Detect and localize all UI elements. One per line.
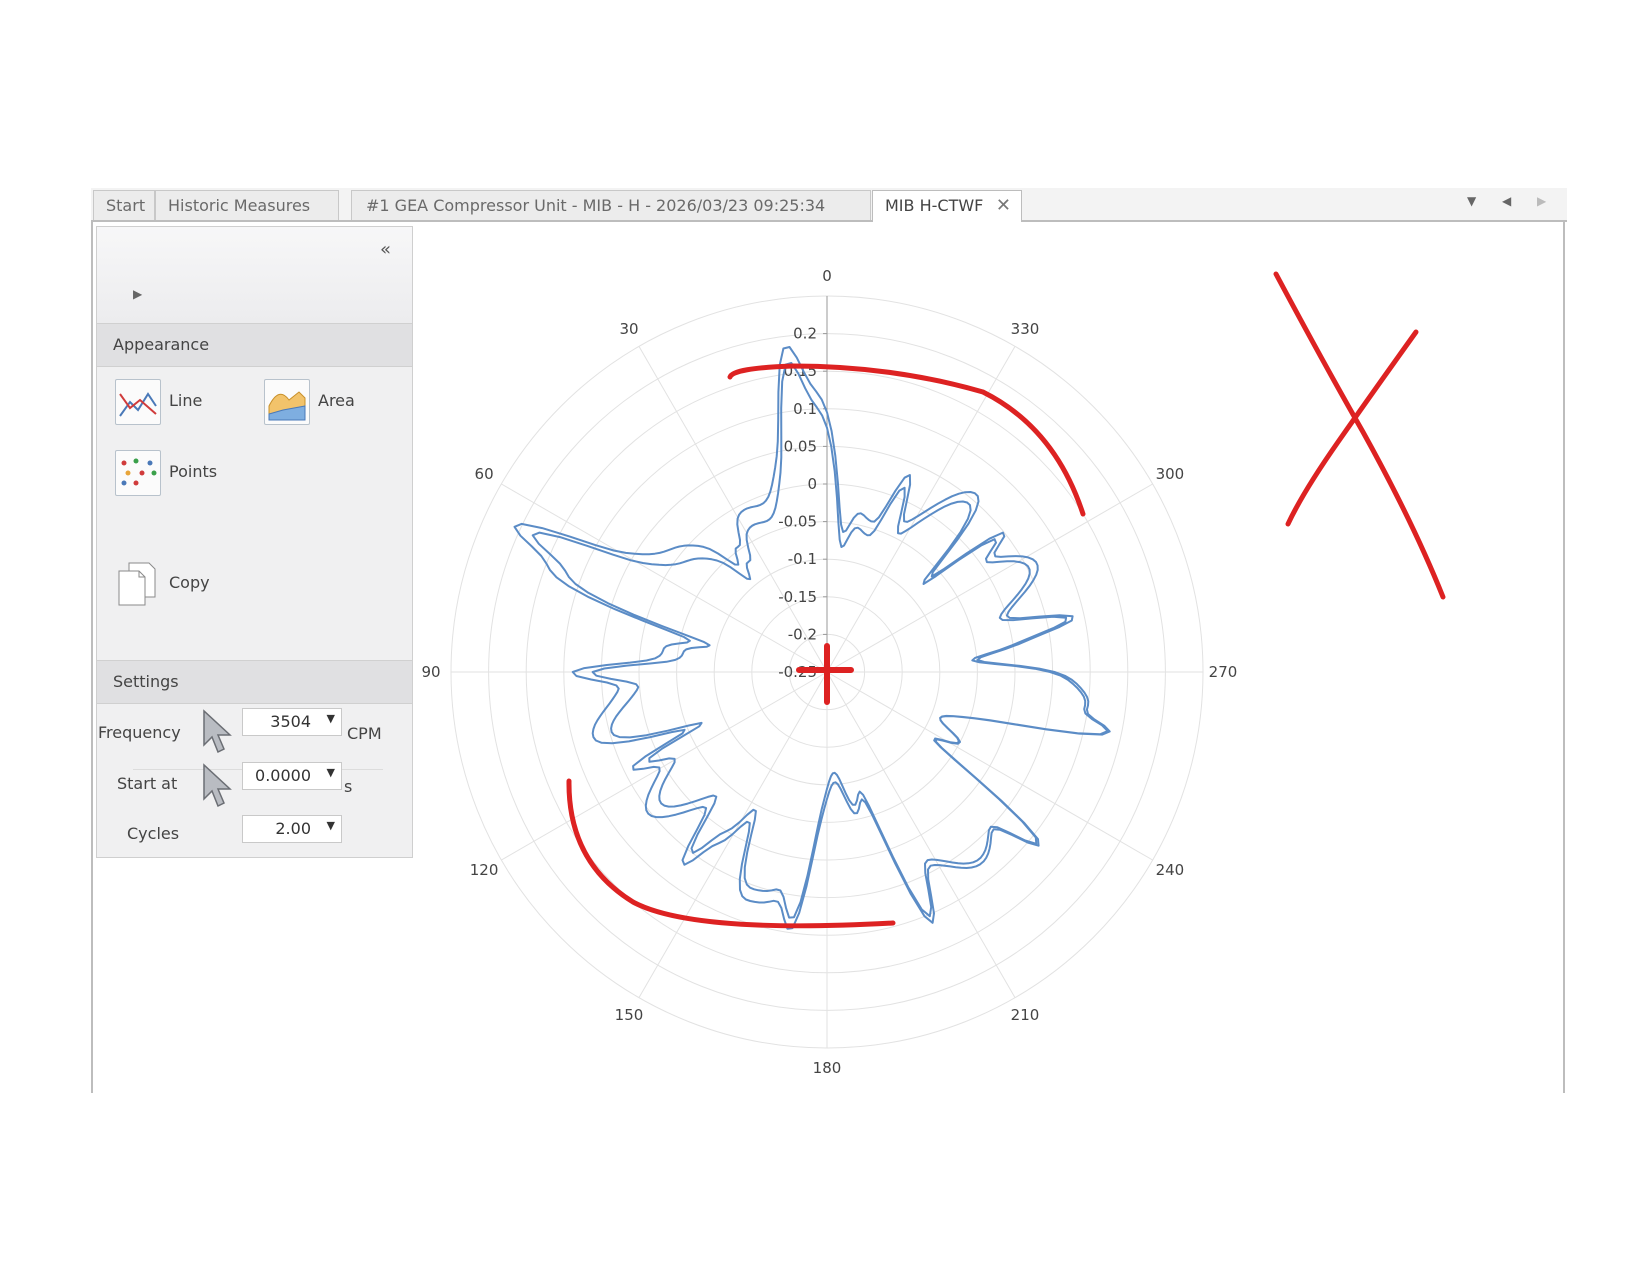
tab-start[interactable]: Start <box>93 190 155 220</box>
copy-icon <box>115 561 161 607</box>
points-label: Points <box>169 462 218 481</box>
radial-tick-label: -0.25 <box>778 663 817 681</box>
frequency-unit: CPM <box>347 724 382 743</box>
line-chart-icon <box>115 379 161 425</box>
start-at-unit: s <box>344 777 353 796</box>
copy-label: Copy <box>169 573 210 592</box>
angle-tick-label: 210 <box>1011 1006 1040 1024</box>
section-title: Appearance <box>113 335 210 354</box>
start-at-value: 0.0000 <box>255 766 311 785</box>
close-icon[interactable]: ✕ <box>996 191 1011 221</box>
area-chart-icon <box>264 379 310 425</box>
angle-tick-label: 30 <box>619 320 638 338</box>
radial-tick-label: -0.15 <box>778 588 817 606</box>
copy-button[interactable]: Copy <box>115 561 255 611</box>
line-label: Line <box>169 391 203 410</box>
collapse-panel-icon[interactable]: « <box>380 239 391 260</box>
tab-label: Historic Measures <box>168 196 311 215</box>
tab-historic-measures[interactable]: Historic Measures <box>155 190 339 220</box>
chart-window: Start Historic Measures #1 GEA Compresso… <box>91 188 1567 1093</box>
angle-tick-label: 270 <box>1209 663 1238 681</box>
angle-tick-label: 180 <box>813 1059 842 1077</box>
line-button[interactable]: Line <box>115 379 255 429</box>
angle-tick-label: 150 <box>615 1006 644 1024</box>
tab-label: MIB H-CTWF <box>885 196 984 215</box>
radial-tick-label: 0.2 <box>793 325 817 343</box>
panel-header: « ▶ <box>97 227 412 324</box>
tab-mib-h-ctwf[interactable]: MIB H-CTWF ✕ <box>872 190 1022 222</box>
area-button[interactable]: Area <box>264 379 404 429</box>
radial-tick-label: -0.2 <box>788 625 817 643</box>
points-button[interactable]: Points <box>115 450 255 500</box>
angle-tick-label: 330 <box>1011 320 1040 338</box>
angle-tick-label: 120 <box>470 861 499 879</box>
frequency-label: Frequency <box>98 723 181 742</box>
chevron-down-icon: ▼ <box>326 712 335 725</box>
polar-grid-spoke <box>638 346 828 673</box>
start-at-select[interactable]: 0.0000 ▼ <box>242 762 342 790</box>
scatter-points-icon <box>115 450 161 496</box>
radial-tick-label: 0.05 <box>784 437 817 455</box>
polar-grid-spoke <box>826 671 1153 861</box>
polar-grid-spoke <box>501 671 828 861</box>
section-title: Settings <box>113 672 179 691</box>
chevron-down-icon: ▼ <box>326 819 335 832</box>
cycles-select[interactable]: 2.00 ▼ <box>242 815 342 843</box>
radial-tick-label: 0 <box>807 475 817 493</box>
tab-label: #1 GEA Compressor Unit - MIB - H - 2026/… <box>366 196 826 215</box>
angle-tick-label: 300 <box>1156 465 1185 483</box>
cycles-value: 2.00 <box>275 819 311 838</box>
appearance-section-header[interactable]: Appearance <box>97 323 412 367</box>
options-panel: « ▶ Appearance Line Area Points Copy Set… <box>96 226 413 858</box>
area-label: Area <box>318 391 355 410</box>
angle-tick-label: 90 <box>421 663 440 681</box>
frequency-select[interactable]: 3504 ▼ <box>242 708 342 736</box>
pointer-cursor-icon <box>203 709 232 754</box>
settings-section-header[interactable]: Settings <box>97 660 412 704</box>
pointer-cursor-icon <box>203 763 232 808</box>
tab-compressor-measure[interactable]: #1 GEA Compressor Unit - MIB - H - 2026/… <box>351 190 871 220</box>
chart-content: 0 30 60 90 120 150 180 210 240 270 300 330 0.2 0.15 0.… <box>91 222 1565 1093</box>
start-at-label: Start at <box>117 774 178 793</box>
angle-tick-label: 60 <box>475 465 494 483</box>
angle-tick-label: 0 <box>822 267 832 285</box>
tab-list-dropdown-icon[interactable]: ▼ <box>1467 194 1476 208</box>
frequency-value: 3504 <box>270 712 311 731</box>
chevron-down-icon: ▼ <box>326 766 335 779</box>
radial-tick-label: -0.1 <box>788 550 817 568</box>
angle-tick-label: 240 <box>1156 861 1185 879</box>
radial-tick-label: -0.05 <box>778 513 817 531</box>
cycles-label: Cycles <box>127 824 180 843</box>
scroll-right-icon[interactable]: ▶ <box>1537 194 1546 208</box>
document-tab-bar: Start Historic Measures #1 GEA Compresso… <box>91 188 1567 222</box>
polar-grid-spoke <box>826 483 1153 673</box>
expand-arrow-icon[interactable]: ▶ <box>133 287 142 301</box>
scroll-left-icon[interactable]: ◀ <box>1502 194 1511 208</box>
polar-grid-spoke <box>826 346 1016 673</box>
tab-label: Start <box>106 196 146 215</box>
